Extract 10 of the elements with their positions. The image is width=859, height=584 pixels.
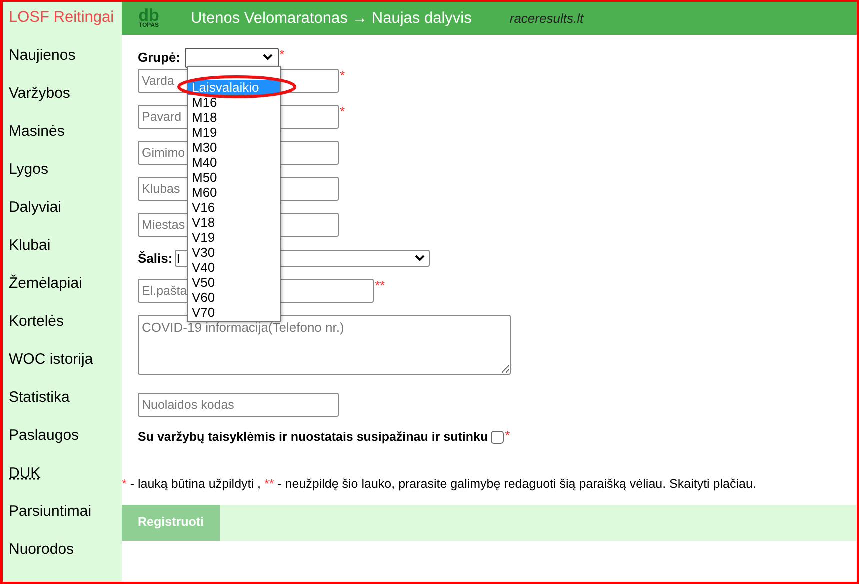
- required-mark: *: [340, 105, 346, 118]
- consent-label: Su varžybų taisyklėmis ir nuostatais susipažinau ir sutinku: [138, 428, 488, 446]
- field-label: Grupė:: [138, 48, 181, 67]
- required-mark: *: [340, 69, 346, 82]
- page-title: Utenos Velomaratonas → Naujas dalyvis: [191, 8, 472, 29]
- required-mark: *: [280, 48, 285, 60]
- required-mark: *: [505, 429, 510, 442]
- legend-text: * - lauką būtina užpildyti , ** - neužpildę šio lauko, prarasite galimybę redaguoti šią paraišką vėliau. Skaityti plačiau.: [122, 476, 758, 493]
- required-mark: **: [375, 279, 386, 292]
- field-label: Šalis:: [138, 250, 173, 268]
